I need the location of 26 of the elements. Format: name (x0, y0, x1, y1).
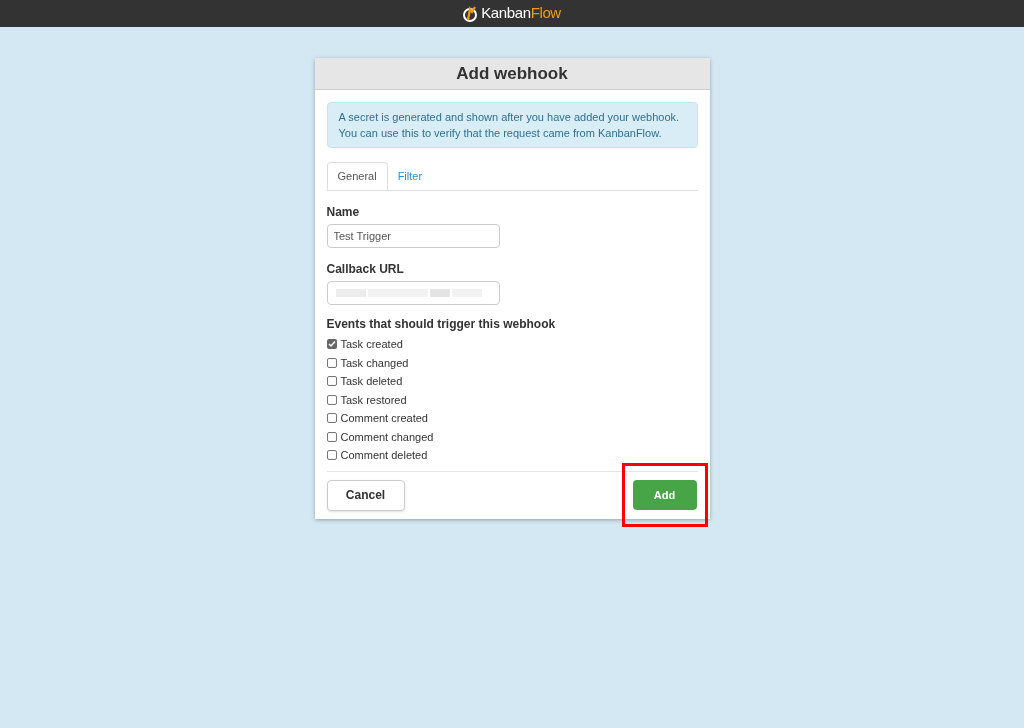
checkbox[interactable] (326, 357, 337, 368)
tab[interactable]: General (326, 162, 388, 190)
dialog-title: Add webhook (456, 62, 568, 85)
checkbox-label: Task changed (340, 355, 409, 371)
checkbox[interactable] (326, 450, 337, 461)
logo-text: KanbanFlow (481, 3, 561, 24)
checkbox-label: Task created (340, 337, 403, 352)
checkbox-label: Comment created (340, 411, 428, 426)
logo-icon (463, 5, 478, 22)
checkbox-label: Task deleted (340, 374, 403, 389)
info-message: A secret is generated and shown after you have added your webhook. You can use this to verify that the request came from KanbanFlow. (326, 102, 698, 148)
name-field[interactable]: Test Trigger (326, 224, 500, 248)
checkbox-label: Comment deleted (340, 448, 428, 463)
checkbox[interactable] (326, 339, 337, 350)
field-label: Callback URL (326, 262, 405, 276)
cancel-button[interactable]: Cancel (326, 479, 405, 511)
checkbox-label: Task restored (340, 392, 407, 408)
field-label: Name (326, 205, 361, 219)
checkbox[interactable] (326, 413, 337, 424)
events-label: Events that should trigger this webhook (326, 316, 557, 333)
checkbox[interactable] (326, 431, 337, 442)
url-field[interactable] (326, 281, 500, 305)
tab[interactable]: Filter (387, 162, 433, 190)
checkbox-label: Comment changed (340, 429, 434, 445)
checkbox[interactable] (326, 376, 337, 387)
checkbox[interactable] (326, 394, 337, 405)
